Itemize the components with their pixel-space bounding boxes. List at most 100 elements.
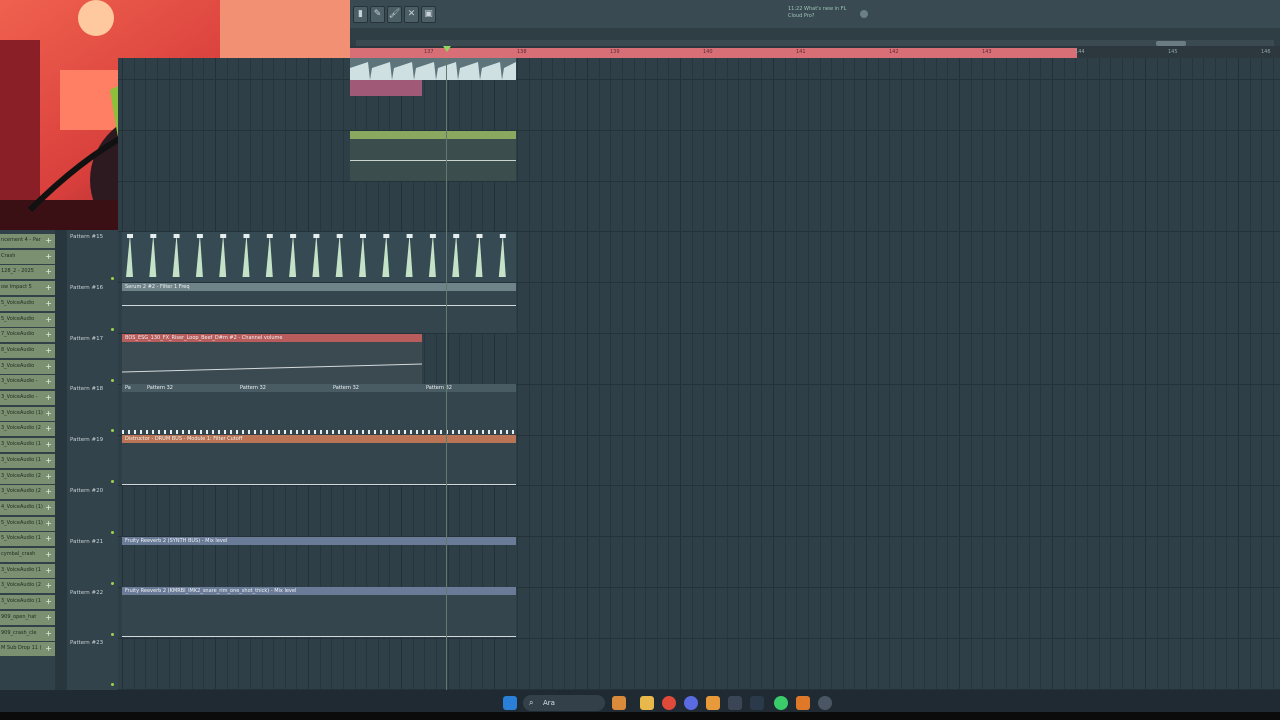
track-label[interactable]: Pattern #16 xyxy=(70,285,103,291)
file-explorer-icon[interactable] xyxy=(640,696,654,710)
channel-button[interactable]: 3_VoiceAudio (2 + xyxy=(0,485,55,500)
channel-add-icon[interactable]: + xyxy=(45,519,52,528)
channel-button[interactable]: 5_VoiceAudio (1 + xyxy=(0,532,55,547)
distructor-automation-clip[interactable]: Distructor - DRUM BUS - Module 1: Filter… xyxy=(122,435,516,485)
channel-add-icon[interactable]: + xyxy=(45,267,52,276)
news-ticker[interactable]: 11:22 What's new in FL Cloud Pro? xyxy=(788,6,858,20)
channel-button[interactable]: 909_crash_cle + xyxy=(0,626,55,641)
pattern-32-clip[interactable]: Pattern 32 xyxy=(144,384,237,434)
track-label[interactable]: Pattern #22 xyxy=(70,590,103,596)
channel-button[interactable]: 3_VoiceAudio - + xyxy=(0,391,55,405)
pattern-32-clip[interactable]: Pattern 32 xyxy=(423,384,516,434)
channel-add-icon[interactable]: + xyxy=(45,456,52,465)
channel-add-icon[interactable]: + xyxy=(45,346,52,355)
channel-button[interactable]: 8_VoiceAudio + xyxy=(0,343,55,358)
automation-clip-body[interactable] xyxy=(350,139,516,181)
track-led[interactable] xyxy=(111,277,114,280)
automation-clip[interactable] xyxy=(350,131,516,139)
track-label[interactable]: Pattern #23 xyxy=(70,640,103,646)
pencil-icon[interactable]: ✎ xyxy=(370,6,385,23)
channel-button[interactable]: M Sub Drop 11 (+ xyxy=(0,642,55,657)
channel-add-icon[interactable]: + xyxy=(45,424,52,433)
news-icon[interactable] xyxy=(860,10,868,18)
track-led[interactable] xyxy=(111,683,114,687)
serum-automation-clip[interactable]: Serum 2 #2 - Filter 1 Freq xyxy=(122,283,516,333)
discord-icon[interactable] xyxy=(684,696,698,710)
search-tool-icon[interactable] xyxy=(796,696,810,710)
channel-add-icon[interactable]: + xyxy=(45,503,52,512)
channel-add-icon[interactable]: + xyxy=(45,362,52,371)
channel-add-icon[interactable]: + xyxy=(45,566,52,575)
chrome-icon[interactable] xyxy=(662,696,676,710)
reverb-snare-automation-clip[interactable]: Fruity Reeverb 2 (KMRBI_IMK2_snare_rim_o… xyxy=(122,587,516,637)
channel-add-icon[interactable]: + xyxy=(45,330,52,339)
channel-button[interactable]: 3_VoiceAudio (1) + xyxy=(0,406,55,421)
reverb-synth-automation-clip[interactable]: Fruity Reeverb 2 (SYNTH BUS) - Mix level xyxy=(122,537,516,545)
channel-button[interactable]: 4_VoiceAudio (1) + xyxy=(0,500,55,515)
channel-add-icon[interactable]: + xyxy=(45,550,52,559)
channel-add-icon[interactable]: + xyxy=(45,409,52,418)
track-led[interactable] xyxy=(111,581,114,585)
channel-add-icon[interactable]: + xyxy=(45,629,52,638)
brush-icon[interactable]: 🖌 xyxy=(387,6,402,23)
track-led[interactable] xyxy=(111,327,114,331)
track-led[interactable] xyxy=(111,429,114,433)
whatsapp-icon[interactable] xyxy=(774,696,788,710)
app-icon[interactable] xyxy=(728,696,742,710)
channel-add-icon[interactable]: + xyxy=(45,644,52,653)
channel-button[interactable]: 3_VoiceAudio (1 + xyxy=(0,595,55,610)
channel-list[interactable]: ncement 4 - Par + Crash +128_2 - 2025 + ow Im… xyxy=(0,230,55,690)
channel-add-icon[interactable]: + xyxy=(45,487,52,496)
pattern-15-clip[interactable] xyxy=(122,232,516,282)
channel-add-icon[interactable]: + xyxy=(45,597,52,606)
channel-button[interactable]: ncement 4 - Par + xyxy=(0,234,55,248)
delete-icon[interactable]: ✕ xyxy=(404,6,419,23)
channel-add-icon[interactable]: + xyxy=(45,252,52,261)
automation-clip[interactable] xyxy=(350,80,422,96)
settings-icon[interactable] xyxy=(818,696,832,710)
playhead-marker[interactable] xyxy=(443,46,451,52)
track-label[interactable]: Pattern #20 xyxy=(70,488,103,494)
channel-add-icon[interactable]: + xyxy=(45,534,52,543)
track-label[interactable]: Pattern #19 xyxy=(70,437,103,443)
channel-add-icon[interactable]: + xyxy=(45,393,52,402)
channel-add-icon[interactable]: + xyxy=(45,299,52,308)
track-label[interactable]: Pattern #21 xyxy=(70,539,103,545)
channel-button[interactable]: ow Impact 5 + xyxy=(0,281,55,296)
taskbar-search[interactable] xyxy=(523,695,605,711)
channel-button[interactable]: 3_VoiceAudio - + xyxy=(0,375,55,390)
search-highlight-icon[interactable] xyxy=(612,696,626,710)
channel-add-icon[interactable]: + xyxy=(45,377,52,386)
loop-region[interactable] xyxy=(350,48,1077,58)
channel-button[interactable]: 3_VoiceAudio (1 + xyxy=(0,438,55,453)
channel-button[interactable]: cymbal_crash + xyxy=(0,548,55,562)
channel-button[interactable]: 5_VoiceAudio + xyxy=(0,296,55,311)
audio-clip[interactable] xyxy=(350,58,516,80)
channel-add-icon[interactable]: + xyxy=(45,472,52,481)
channel-button[interactable]: 3_VoiceAudio (1 + xyxy=(0,563,55,578)
channel-add-icon[interactable]: + xyxy=(45,236,52,245)
channel-button[interactable]: 3_VoiceAudio (2 + xyxy=(0,579,55,594)
pattern-32-clip[interactable]: Pattern 32 xyxy=(330,384,423,434)
channel-button[interactable]: 5_VoiceAudio + xyxy=(0,312,55,327)
fl-studio-icon[interactable] xyxy=(706,696,720,710)
channel-button[interactable]: 3_VoiceAudio (2 + xyxy=(0,469,55,484)
channel-add-icon[interactable]: + xyxy=(45,283,52,292)
channel-add-icon[interactable]: + xyxy=(45,440,52,449)
channel-add-icon[interactable]: + xyxy=(45,581,52,590)
pattern-32-clip[interactable]: Pa xyxy=(122,384,144,434)
track-led[interactable] xyxy=(111,378,114,382)
track-led[interactable] xyxy=(111,632,114,636)
steam-icon[interactable] xyxy=(750,696,764,710)
channel-button[interactable]: 5_VoiceAudio (1) + xyxy=(0,516,55,531)
windows-start-icon[interactable] xyxy=(503,696,517,710)
track-led[interactable] xyxy=(111,531,114,534)
mute-icon[interactable]: ▣ xyxy=(421,6,436,23)
channel-add-icon[interactable]: + xyxy=(45,613,52,622)
track-led[interactable] xyxy=(111,480,114,484)
track-label[interactable]: Pattern #17 xyxy=(70,336,103,342)
channel-add-icon[interactable]: + xyxy=(45,315,52,324)
channel-button[interactable]: Crash + xyxy=(0,249,55,264)
riser-automation-clip[interactable]: BOS_ESG_130_FX_Riser_Loop_Beef_D#m #2 - … xyxy=(122,334,422,384)
track-label[interactable]: Pattern #15 xyxy=(70,234,103,240)
